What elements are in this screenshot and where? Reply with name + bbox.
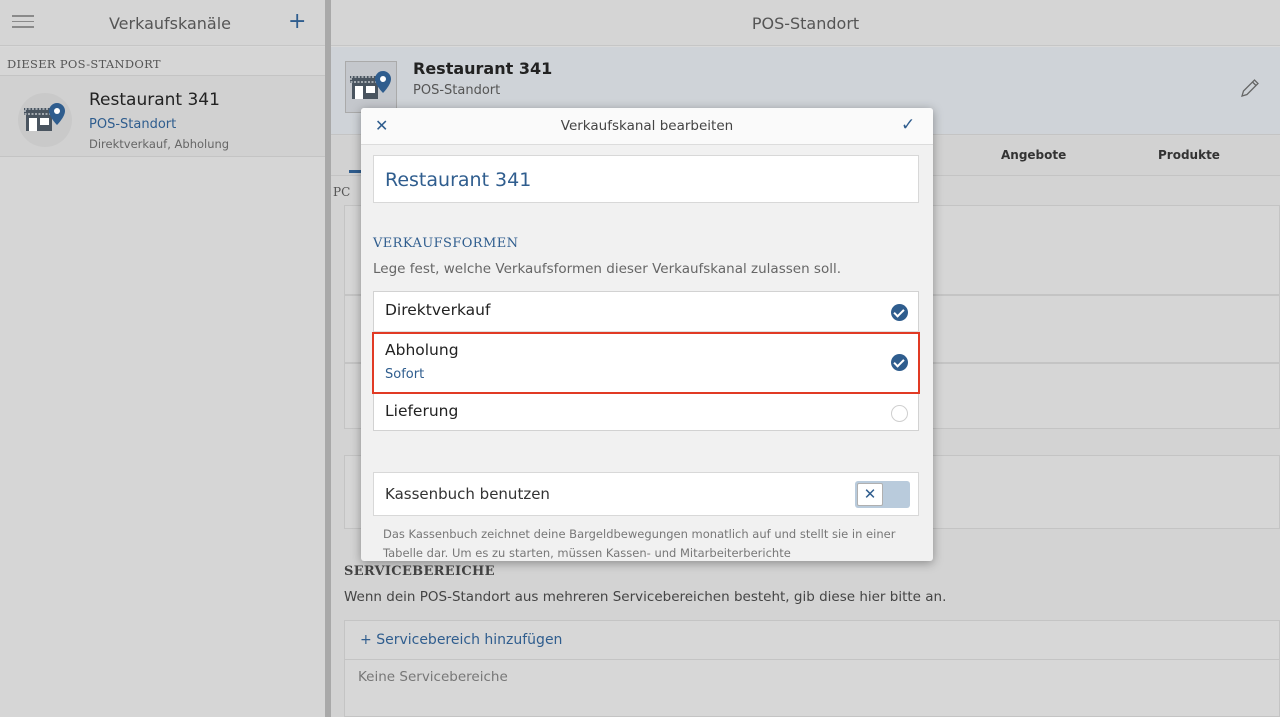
verkaufsformen-description: Lege fest, welche Verkaufsformen dieser … <box>373 261 842 277</box>
empty-label: Keine Servicebereiche <box>358 669 508 685</box>
option-label: Lieferung <box>385 402 459 420</box>
option-direktverkauf[interactable]: Direktverkauf <box>374 292 920 332</box>
kassenbuch-footnote: Das Kassenbuch zeichnet deine Bargeldbew… <box>383 527 896 560</box>
location-type: POS-Standort <box>413 83 501 98</box>
channel-name-value: Restaurant 341 <box>385 169 532 191</box>
dialog-header: ✕ Verkaufskanal bearbeiten ✓ <box>361 108 933 145</box>
option-label: Abholung <box>385 341 459 359</box>
dialog-title: Verkaufskanal bearbeiten <box>560 118 734 134</box>
page-title: POS-Standort <box>751 14 860 33</box>
sidebar-item-description: Direktverkauf, Abholung <box>89 137 230 151</box>
sidebar-item-type: POS-Standort <box>89 117 177 132</box>
sidebar-item-restaurant[interactable]: Restaurant 341 POS-Standort Direktverkau… <box>0 75 325 157</box>
store-location-icon <box>18 93 72 147</box>
unchecked-icon[interactable] <box>891 405 908 422</box>
sidebar: DIESER POS-STANDORT Restaurant 341 POS-S… <box>0 47 325 717</box>
tab-produkte[interactable]: Produkte <box>1158 148 1220 162</box>
tab-angebote[interactable]: Angebote <box>1001 148 1066 162</box>
menu-icon[interactable] <box>12 11 34 33</box>
main-header-bar: POS-Standort <box>331 0 1280 46</box>
store-location-icon <box>345 61 397 113</box>
sidebar-item-name: Restaurant 341 <box>89 90 220 110</box>
servicebereiche-empty: Keine Servicebereiche <box>344 660 1280 717</box>
sidebar-section-label: DIESER POS-STANDORT <box>7 57 161 71</box>
option-label: Direktverkauf <box>385 301 491 319</box>
add-servicebereich-button[interactable]: + Servicebereich hinzufügen <box>344 620 1280 660</box>
edit-pencil-icon[interactable] <box>1239 77 1261 103</box>
kassenbuch-row: Kassenbuch benutzen ✕ <box>373 472 919 516</box>
sidebar-header: Verkaufskanäle + <box>0 0 325 46</box>
servicebereiche-description: Wenn dein POS-Standort aus mehreren Serv… <box>344 589 947 605</box>
confirm-check-icon[interactable]: ✓ <box>901 115 915 135</box>
option-abholung[interactable]: Abholung Sofort <box>374 332 920 394</box>
active-tab-indicator <box>349 170 361 173</box>
sales-form-list: Direktverkauf Abholung Sofort Lieferung <box>373 291 920 432</box>
checked-icon[interactable] <box>891 304 908 321</box>
kassenbuch-label: Kassenbuch benutzen <box>385 485 550 503</box>
sidebar-title: Verkaufskanäle <box>108 14 232 33</box>
checked-icon[interactable] <box>891 354 908 371</box>
add-servicebereich-label: + Servicebereich hinzufügen <box>360 632 563 648</box>
section-label-fragment: PC <box>333 185 351 199</box>
location-name: Restaurant 341 <box>413 59 553 78</box>
kassenbuch-toggle[interactable]: ✕ <box>855 481 910 508</box>
option-lieferung[interactable]: Lieferung <box>374 394 920 432</box>
verkaufsformen-title: VERKAUFSFORMEN <box>373 236 519 251</box>
option-sublabel: Sofort <box>385 367 425 382</box>
toggle-off-icon: ✕ <box>857 483 883 506</box>
add-channel-button[interactable]: + <box>288 9 306 34</box>
servicebereiche-title: SERVICEBEREICHE <box>344 564 495 579</box>
edit-channel-dialog: ✕ Verkaufskanal bearbeiten ✓ Restaurant … <box>361 108 933 561</box>
channel-name-field[interactable]: Restaurant 341 <box>373 155 919 203</box>
